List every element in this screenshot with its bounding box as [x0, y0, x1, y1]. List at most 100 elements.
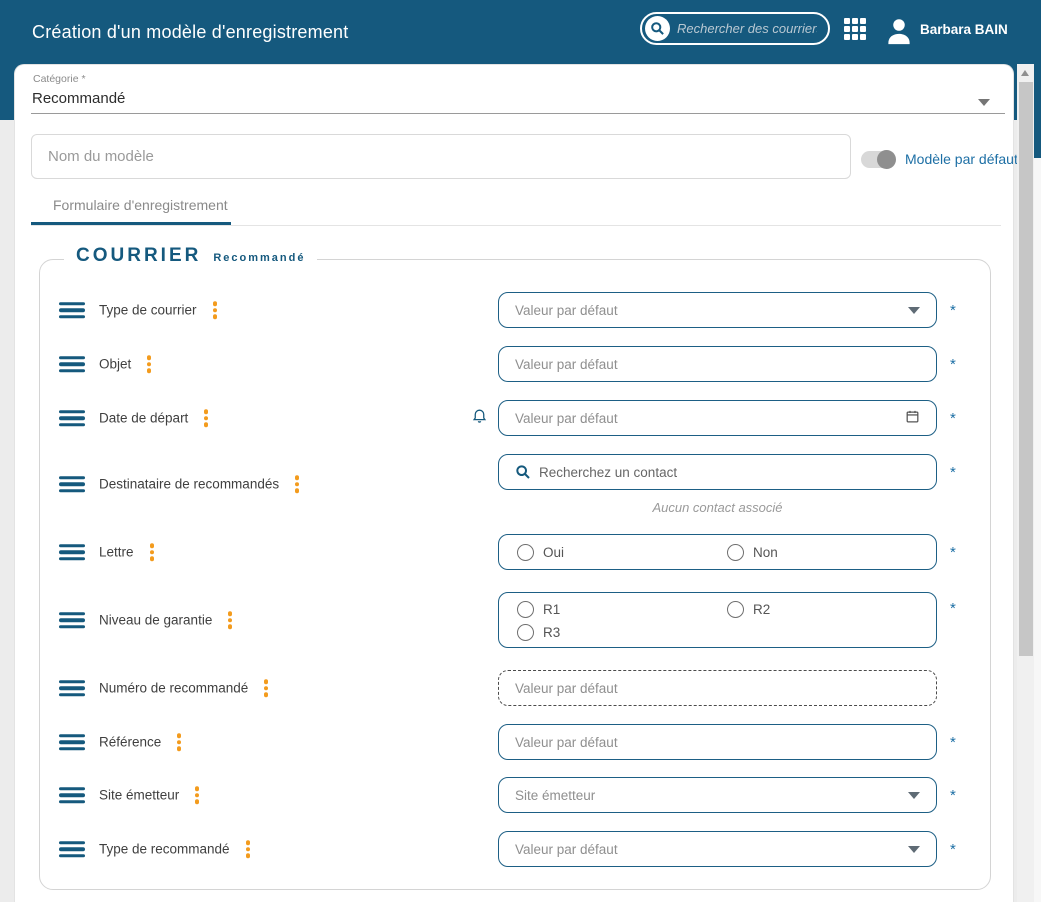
default-value-input[interactable]: [498, 346, 937, 382]
field-row-niveau-de-garantie: Niveau de garantie R1 R2 R3 *: [59, 592, 969, 648]
tab-divider: [31, 225, 1001, 226]
required-asterisk: *: [950, 841, 956, 858]
apps-grid-icon[interactable]: [844, 18, 868, 42]
kebab-menu-icon[interactable]: [226, 609, 234, 631]
page-title: Création d'un modèle d'enregistrement: [32, 21, 349, 42]
garantie-radio-group: R1 R2 R3: [498, 592, 937, 648]
category-underline: [31, 113, 1005, 114]
drag-handle-icon[interactable]: [59, 543, 85, 561]
drag-handle-icon[interactable]: [59, 475, 85, 493]
scrollbar-thumb[interactable]: [1018, 82, 1033, 656]
field-row-site-emetteur: Site émetteur Site émetteur *: [59, 777, 969, 813]
right-edge-band: [1034, 100, 1041, 158]
field-row-lettre: Lettre Oui Non *: [59, 534, 969, 570]
category-label: Catégorie *: [33, 73, 86, 85]
field-row-objet: Objet *: [59, 346, 969, 382]
field-row-date-de-depart: Date de départ *: [59, 400, 969, 436]
field-label: Numéro de recommandé: [99, 680, 249, 696]
kebab-menu-icon[interactable]: [175, 731, 183, 753]
right-edge-light: [1034, 158, 1041, 902]
reminder-bell-icon[interactable]: [471, 407, 488, 430]
required-asterisk: *: [950, 410, 956, 427]
category-select[interactable]: Recommandé: [32, 90, 125, 107]
field-label: Référence: [99, 734, 162, 750]
field-row-numero-de-recommande: Numéro de recommandé: [59, 670, 969, 706]
drag-handle-icon[interactable]: [59, 355, 85, 373]
contact-search-input[interactable]: [539, 464, 920, 480]
kebab-menu-icon[interactable]: [244, 838, 252, 860]
chevron-down-icon: [908, 306, 920, 314]
drag-handle-icon[interactable]: [59, 786, 85, 804]
drag-handle-icon[interactable]: [59, 301, 85, 319]
toggle-knob: [877, 150, 896, 169]
field-label: Type de recommandé: [99, 841, 230, 857]
user-name[interactable]: Barbara BAIN: [920, 22, 1008, 37]
contact-search-field[interactable]: [498, 454, 937, 490]
radio-circle-icon[interactable]: [517, 544, 534, 561]
field-label: Lettre: [99, 544, 134, 560]
required-asterisk: *: [950, 787, 956, 804]
radio-option[interactable]: R3: [517, 624, 560, 641]
vertical-scrollbar[interactable]: [1017, 64, 1034, 902]
field-label: Site émetteur: [99, 787, 180, 803]
main-card: Catégorie * Recommandé Modèle par défaut…: [14, 64, 1018, 902]
required-asterisk: *: [950, 302, 956, 319]
search-input[interactable]: [677, 21, 817, 36]
chevron-down-icon[interactable]: [978, 99, 990, 106]
drag-handle-icon[interactable]: [59, 679, 85, 697]
drag-handle-icon[interactable]: [59, 733, 85, 751]
required-asterisk: *: [950, 600, 956, 617]
radio-circle-icon[interactable]: [517, 624, 534, 641]
chevron-down-icon: [908, 845, 920, 853]
section-legend: COURRIER Recommandé: [64, 245, 318, 267]
drag-handle-icon[interactable]: [59, 840, 85, 858]
field-label: Objet: [99, 356, 132, 372]
required-asterisk: *: [950, 356, 956, 373]
site-emetteur-select[interactable]: Site émetteur: [498, 777, 937, 813]
field-row-type-de-courrier: Type de courrier Valeur par défaut *: [59, 292, 969, 328]
calendar-icon[interactable]: [905, 409, 920, 427]
kebab-menu-icon[interactable]: [148, 541, 156, 563]
date-default-value-input[interactable]: [498, 400, 937, 436]
field-label: Destinataire de recommandés: [99, 476, 280, 492]
radio-option[interactable]: R2: [727, 601, 770, 618]
date-input[interactable]: [515, 410, 905, 426]
kebab-menu-icon[interactable]: [202, 407, 210, 429]
default-value-input-disabled[interactable]: [498, 670, 937, 706]
default-value-select[interactable]: Valeur par défaut: [498, 292, 937, 328]
kebab-menu-icon[interactable]: [262, 677, 270, 699]
radio-circle-icon[interactable]: [727, 601, 744, 618]
radio-option[interactable]: Non: [727, 544, 778, 561]
default-model-toggle-label: Modèle par défaut: [905, 151, 1018, 167]
drag-handle-icon[interactable]: [59, 611, 85, 629]
required-asterisk: *: [950, 544, 956, 561]
no-contact-helper: Aucun contact associé: [652, 500, 783, 515]
search-icon: [645, 16, 670, 41]
radio-circle-icon[interactable]: [517, 601, 534, 618]
field-label: Date de départ: [99, 410, 189, 426]
default-value-input[interactable]: [498, 724, 937, 760]
tab-registration-form[interactable]: Formulaire d'enregistrement: [53, 197, 228, 213]
kebab-menu-icon[interactable]: [145, 353, 153, 375]
radio-option[interactable]: R1: [517, 601, 560, 618]
kebab-menu-icon[interactable]: [193, 784, 201, 806]
scrollbar-up-arrow-icon[interactable]: [1021, 70, 1029, 76]
radio-circle-icon[interactable]: [727, 544, 744, 561]
user-avatar-icon[interactable]: [884, 15, 914, 47]
drag-handle-icon[interactable]: [59, 409, 85, 427]
kebab-menu-icon[interactable]: [293, 473, 301, 495]
model-name-input[interactable]: [31, 134, 851, 179]
lettre-radio-group: Oui Non: [498, 534, 937, 570]
global-search[interactable]: [640, 12, 830, 45]
required-asterisk: *: [950, 734, 956, 751]
kebab-menu-icon[interactable]: [211, 299, 219, 321]
field-row-type-de-recommande: Type de recommandé Valeur par défaut *: [59, 831, 969, 867]
radio-option[interactable]: Oui: [517, 544, 564, 561]
field-label: Niveau de garantie: [99, 612, 213, 628]
chevron-down-icon: [908, 791, 920, 799]
field-row-destinataire: Destinataire de recommandés Aucun contac…: [59, 454, 969, 515]
required-asterisk: *: [950, 464, 956, 481]
default-value-select[interactable]: Valeur par défaut: [498, 831, 937, 867]
section-subtitle: Recommandé: [213, 252, 306, 264]
default-model-toggle[interactable]: [861, 150, 896, 169]
